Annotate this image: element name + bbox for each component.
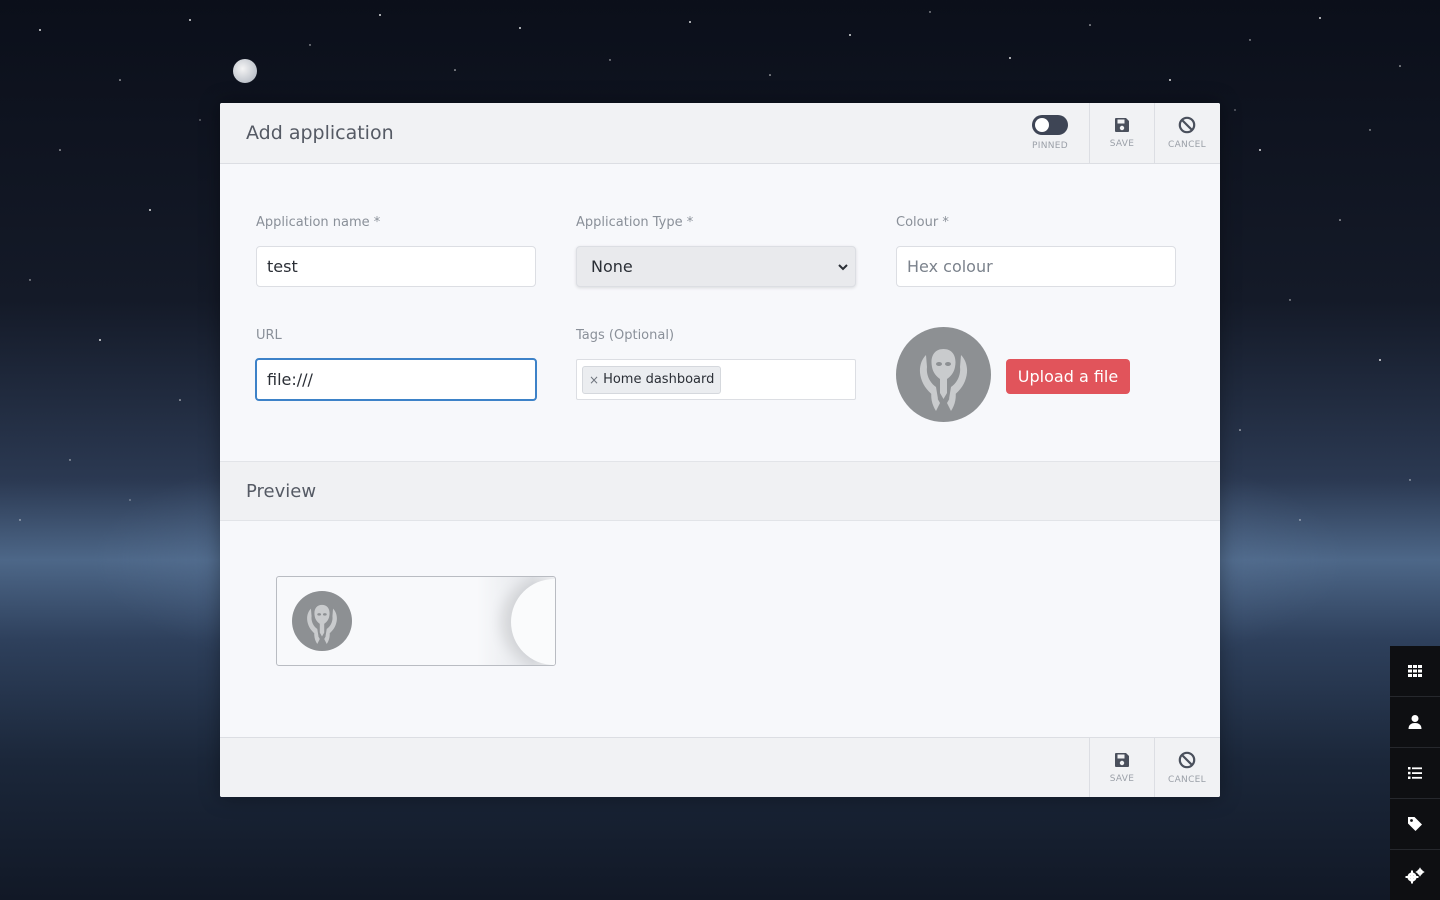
app-type-value: None xyxy=(591,257,633,276)
modal-footer: SAVE CANCEL xyxy=(220,737,1220,797)
preview-title: Preview xyxy=(246,481,317,502)
save-button[interactable]: SAVE xyxy=(1089,103,1154,163)
footer-cancel-label: CANCEL xyxy=(1168,775,1206,785)
preview-section-header: Preview xyxy=(220,461,1220,521)
app-type-select[interactable]: None xyxy=(576,246,856,287)
sidebar-item-users[interactable] xyxy=(1390,697,1440,748)
url-input[interactable] xyxy=(255,358,537,401)
preview-app-icon xyxy=(292,591,352,651)
cancel-label: CANCEL xyxy=(1168,140,1206,150)
tile-link-curve xyxy=(511,579,555,665)
app-type-label: Application Type * xyxy=(576,215,694,230)
tag-chip: × Home dashboard xyxy=(582,365,722,394)
right-sidebar xyxy=(1390,646,1440,900)
footer-save-button[interactable]: SAVE xyxy=(1089,738,1154,797)
cogs-icon xyxy=(1405,867,1425,883)
modal-header: Add application PINNED SAVE CANCEL xyxy=(220,103,1220,164)
modal-title: Add application xyxy=(246,122,394,144)
moon xyxy=(233,59,257,83)
footer-save-label: SAVE xyxy=(1109,774,1135,784)
toggle-switch[interactable] xyxy=(1032,115,1068,135)
pinned-label: PINNED xyxy=(1032,141,1068,151)
hero-emblem-icon xyxy=(307,604,337,645)
save-label: SAVE xyxy=(1109,139,1135,149)
ban-icon xyxy=(1178,116,1196,134)
remove-tag-icon[interactable]: × xyxy=(589,373,599,387)
tag-icon xyxy=(1408,817,1422,831)
app-name-input[interactable] xyxy=(256,246,536,287)
ban-icon xyxy=(1178,751,1196,769)
app-icon-preview xyxy=(896,327,991,422)
sidebar-item-tags[interactable] xyxy=(1390,799,1440,850)
hero-emblem-icon xyxy=(919,349,968,411)
tags-label: Tags (Optional) xyxy=(576,328,675,343)
sidebar-item-settings[interactable] xyxy=(1390,850,1440,900)
toggle-knob xyxy=(1035,118,1049,132)
preview-app-tile[interactable] xyxy=(276,576,556,666)
colour-input[interactable] xyxy=(896,246,1176,287)
grid-icon xyxy=(1408,665,1422,677)
cancel-button[interactable]: CANCEL xyxy=(1154,103,1219,163)
chevron-down-icon xyxy=(838,264,848,271)
tag-label: Home dashboard xyxy=(603,372,715,387)
url-label: URL xyxy=(256,328,282,343)
footer-cancel-button[interactable]: CANCEL xyxy=(1154,738,1219,797)
upload-file-button[interactable]: Upload a file xyxy=(1006,359,1130,394)
app-name-label: Application name * xyxy=(256,215,381,230)
list-icon xyxy=(1408,767,1422,779)
tags-input[interactable]: × Home dashboard xyxy=(576,359,856,400)
save-icon xyxy=(1115,118,1129,132)
sidebar-item-items[interactable] xyxy=(1390,748,1440,799)
pinned-toggle[interactable]: PINNED xyxy=(1015,103,1085,163)
user-icon xyxy=(1408,715,1422,729)
add-application-modal: Add application PINNED SAVE CANCEL Appli… xyxy=(220,103,1220,797)
save-icon xyxy=(1115,753,1129,767)
colour-label: Colour * xyxy=(896,215,949,230)
sidebar-item-dashboard[interactable] xyxy=(1390,646,1440,697)
